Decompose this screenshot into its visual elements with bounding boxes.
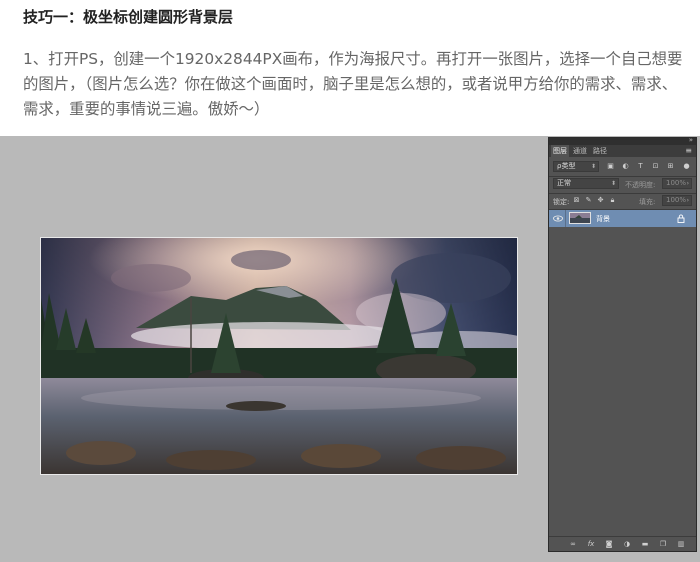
chevron-right-icon: › — [686, 180, 689, 187]
delete-layer-icon[interactable]: ▥ — [676, 539, 686, 549]
add-mask-icon[interactable]: ◙ — [604, 539, 614, 549]
fill-field[interactable]: 100% › — [662, 195, 692, 206]
adjustment-layer-icon[interactable]: ◑ — [622, 539, 632, 549]
eye-icon[interactable] — [553, 214, 563, 223]
landscape-photo — [41, 238, 517, 474]
layers-panel: » 图层 通道 路径 ≡ ρ类型 ⬍ ▣ ◐ T ⊡ ⊞ ● 正常 ⬍ 不透明度… — [548, 136, 697, 552]
new-layer-icon[interactable]: ❐ — [658, 539, 668, 549]
lock-icon — [677, 214, 685, 223]
link-layers-icon[interactable]: ∞ — [568, 539, 578, 549]
fill-value: 100% — [666, 196, 687, 204]
lock-image-icon[interactable]: ✎ — [584, 196, 593, 205]
fx-icon[interactable]: fx — [586, 539, 596, 549]
adjustment-filter-icon[interactable]: ◐ — [621, 162, 630, 171]
lock-all-icon[interactable]: 🔒︎ — [608, 196, 617, 205]
layer-row-background[interactable]: 背景 — [549, 210, 696, 227]
image-filter-icon[interactable]: ▣ — [606, 162, 615, 171]
tutorial-title: 技巧一：极坐标创建圆形背景层 — [23, 8, 234, 26]
layers-bottom-toolbar: ∞ fx ◙ ◑ ▬ ❐ ▥ — [549, 536, 696, 551]
lock-transparent-icon[interactable]: ⊠ — [572, 196, 581, 205]
panel-menu-icon[interactable]: ≡ — [685, 146, 692, 155]
toggle-filter-icon[interactable]: ● — [682, 162, 691, 171]
layer-filter-row: ρ类型 ⬍ ▣ ◐ T ⊡ ⊞ ● — [549, 159, 696, 175]
lock-label: 锁定: — [553, 198, 570, 206]
tab-channels[interactable]: 通道 — [571, 145, 589, 157]
lock-position-icon[interactable]: ✥ — [596, 196, 605, 205]
lock-row: 锁定: ⊠ ✎ ✥ 🔒︎ 填充: 100% › — [549, 193, 696, 209]
new-group-icon[interactable]: ▬ — [640, 539, 650, 549]
filter-kind-label: ρ类型 — [557, 162, 576, 170]
layer-thumbnail — [569, 212, 591, 224]
chevron-down-icon: ⬍ — [610, 180, 616, 187]
chevron-right-icon: › — [686, 197, 689, 204]
type-filter-icon[interactable]: T — [636, 162, 645, 171]
shape-filter-icon[interactable]: ⊡ — [651, 162, 660, 171]
filter-kind-select[interactable]: ρ类型 ⬍ — [553, 161, 599, 172]
tab-paths[interactable]: 路径 — [591, 145, 609, 157]
blend-mode-label: 正常 — [557, 179, 571, 187]
tab-layers[interactable]: 图层 — [551, 145, 569, 157]
layer-name: 背景 — [596, 215, 610, 223]
blend-mode-select[interactable]: 正常 ⬍ — [553, 178, 619, 189]
opacity-field[interactable]: 100% › — [662, 178, 692, 189]
chevron-down-icon: ⬍ — [590, 163, 596, 170]
divider — [565, 210, 566, 227]
panel-tabs: 图层 通道 路径 ≡ — [549, 145, 696, 157]
document-canvas[interactable] — [40, 237, 518, 475]
opacity-value: 100% — [666, 179, 687, 187]
fill-label: 填充: — [639, 198, 656, 206]
photoshop-workspace: » 图层 通道 路径 ≡ ρ类型 ⬍ ▣ ◐ T ⊡ ⊞ ● 正常 ⬍ 不透明度… — [0, 136, 700, 562]
panel-title-bar: » — [549, 136, 696, 145]
collapse-panel-button[interactable]: » — [689, 136, 693, 144]
tutorial-paragraph: 1、打开PS，创建一个1920x2844PX画布，作为海报尺寸。再打开一张图片，… — [23, 50, 683, 118]
blend-row: 正常 ⬍ 不透明度: 100% › — [549, 176, 696, 192]
smart-object-filter-icon[interactable]: ⊞ — [666, 162, 675, 171]
opacity-label: 不透明度: — [625, 181, 656, 189]
